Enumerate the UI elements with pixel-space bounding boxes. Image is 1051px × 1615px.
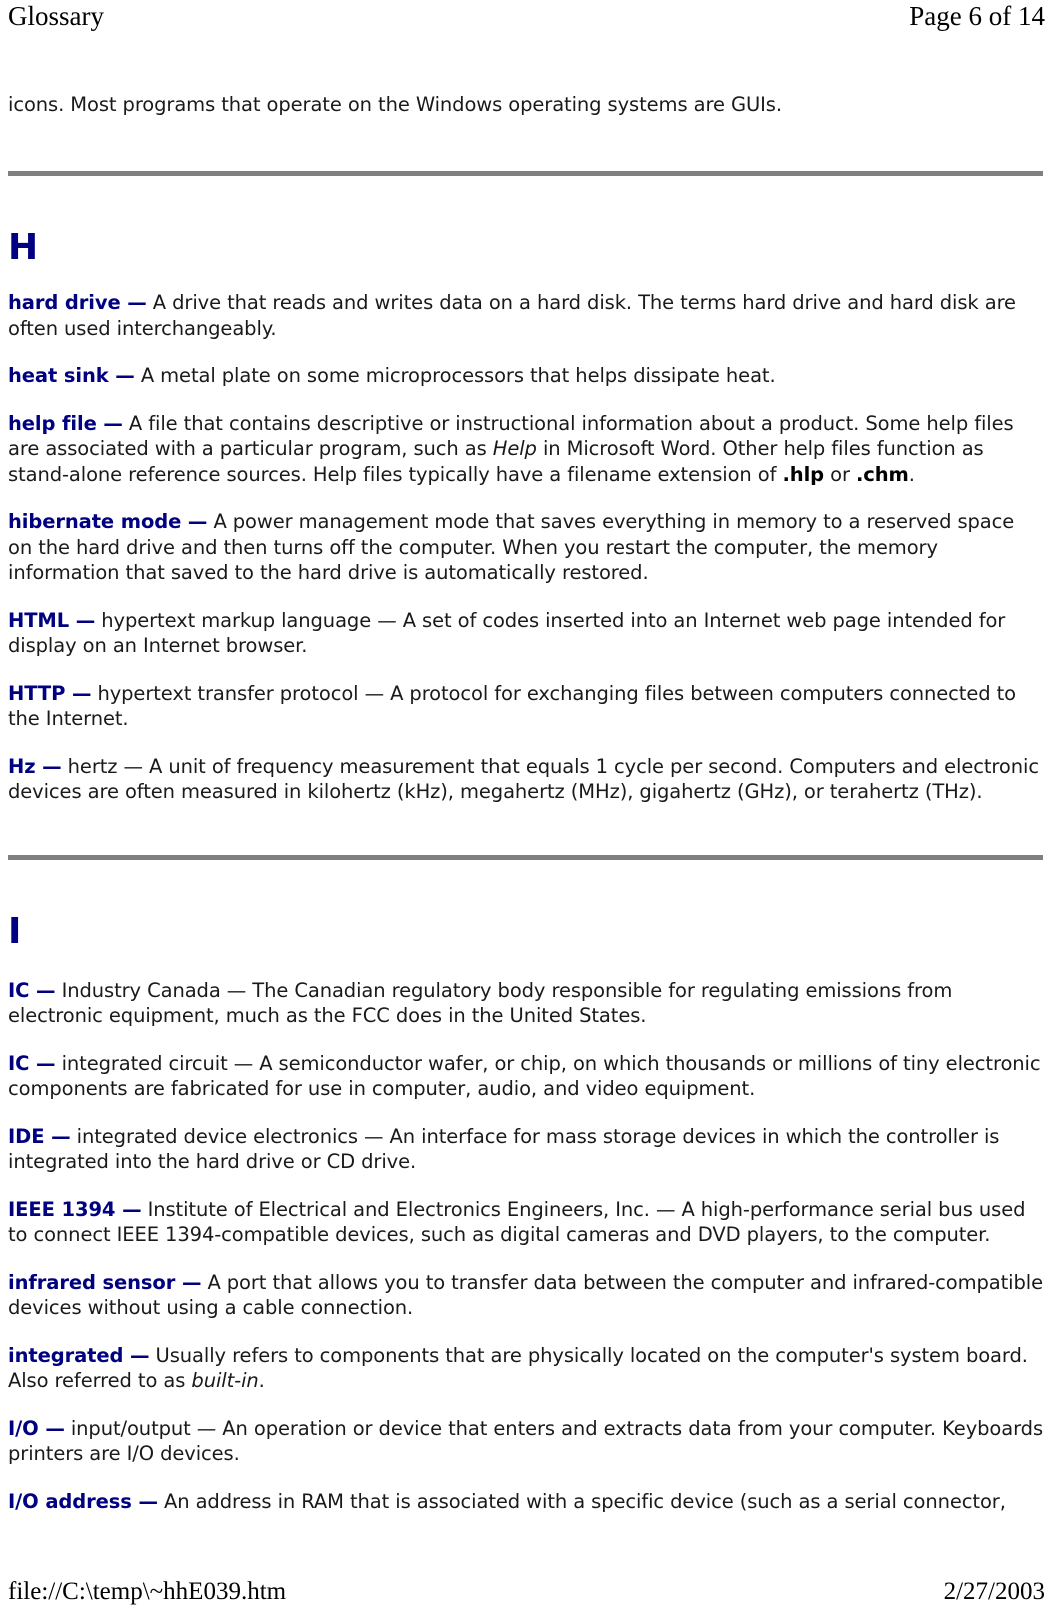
glossary-entry: help file — A file that contains descrip…: [8, 411, 1043, 488]
section-divider-1-wrap: [8, 171, 1043, 176]
glossary-term: IC —: [8, 978, 56, 1002]
glossary-definition-strong: .hlp: [782, 462, 825, 486]
glossary-term: IDE —: [8, 1124, 71, 1148]
glossary-term: integrated —: [8, 1343, 150, 1367]
glossary-entry: I/O — input/output — An operation or dev…: [8, 1416, 1043, 1467]
page-header: Glossary Page 6 of 14: [0, 0, 1051, 56]
glossary-definition-text: input/output — An operation or device th…: [8, 1416, 1044, 1466]
glossary-entry: hibernate mode — A power management mode…: [8, 509, 1043, 586]
glossary-term: IEEE 1394 —: [8, 1197, 142, 1221]
glossary-term: I/O address —: [8, 1489, 158, 1513]
glossary-definition-text: A drive that reads and writes data on a …: [8, 291, 1016, 340]
glossary-entry: IDE — integrated device electronics — An…: [8, 1124, 1043, 1175]
section-divider-2: [8, 854, 1043, 860]
glossary-entry: IC — integrated circuit — A semiconducto…: [8, 1051, 1043, 1102]
glossary-definition-text: or: [824, 462, 856, 486]
glossary-definition-emphasis: Help: [492, 437, 537, 460]
glossary-term: hard drive —: [8, 291, 147, 314]
footer-date: 2/27/2003: [943, 1578, 1045, 1605]
glossary-entry: heat sink — A metal plate on some microp…: [8, 363, 1043, 389]
glossary-term: infrared sensor —: [8, 1270, 202, 1294]
glossary-term: HTTP —: [8, 681, 92, 705]
glossary-definition-text: An address in RAM that is associated wit…: [157, 1489, 1006, 1513]
section-divider-1: [8, 171, 1043, 176]
glossary-entry: IC — Industry Canada — The Canadian regu…: [8, 978, 1043, 1029]
glossary-entry: HTTP — hypertext transfer protocol — A p…: [8, 681, 1043, 732]
glossary-definition-text: Usually refers to components that are ph…: [8, 1343, 1028, 1393]
page-content: icons. Most programs that operate on the…: [0, 86, 1051, 1514]
glossary-definition-text: .: [908, 462, 915, 486]
glossary-entry: integrated — Usually refers to component…: [8, 1343, 1043, 1394]
glossary-term: HTML —: [8, 608, 96, 632]
glossary-term: I/O —: [8, 1416, 65, 1440]
glossary-term: heat sink —: [8, 364, 135, 387]
section-divider-2-wrap: [8, 854, 1043, 860]
page-footer: file://C:\temp\~hhE039.htm 2/27/2003: [0, 1577, 1051, 1607]
glossary-definition-text: integrated device electronics — An inter…: [8, 1124, 1000, 1174]
glossary-definition-text: integrated circuit — A semiconductor waf…: [8, 1051, 1041, 1101]
glossary-entry: I/O address — An address in RAM that is …: [8, 1489, 1043, 1515]
glossary-entry: hard drive — A drive that reads and writ…: [8, 290, 1043, 341]
glossary-definition-text: Industry Canada — The Canadian regulator…: [8, 978, 953, 1028]
glossary-definition-text: Institute of Electrical and Electronics …: [8, 1197, 1026, 1247]
glossary-term: hibernate mode —: [8, 510, 208, 533]
glossary-definition-strong: .chm: [855, 462, 909, 486]
glossary-definition-text: hertz — A unit of frequency measurement …: [8, 754, 1039, 804]
glossary-term: IC —: [8, 1051, 56, 1075]
glossary-definition-text: .: [258, 1369, 265, 1392]
glossary-term: help file —: [8, 411, 123, 435]
continued-paragraph: icons. Most programs that operate on the…: [8, 93, 782, 116]
glossary-entry: Hz — hertz — A unit of frequency measure…: [8, 754, 1043, 805]
glossary-entry: infrared sensor — A port that allows you…: [8, 1270, 1043, 1321]
glossary-entries-i: IC — Industry Canada — The Canadian regu…: [8, 978, 1043, 1515]
glossary-term: Hz —: [8, 754, 62, 778]
glossary-definition-text: hypertext markup language — A set of cod…: [8, 608, 1006, 658]
section-heading-h-wrap: H: [8, 228, 1043, 268]
glossary-definition-text: hypertext transfer protocol — A protocol…: [8, 681, 1017, 731]
glossary-entry: IEEE 1394 — Institute of Electrical and …: [8, 1197, 1043, 1248]
section-heading-i-wrap: I: [8, 910, 1043, 952]
glossary-definition-text: A metal plate on some microprocessors th…: [134, 364, 776, 387]
document-title: Glossary: [8, 1, 104, 31]
footer-file-path: file://C:\temp\~hhE039.htm: [8, 1578, 287, 1605]
glossary-entry: HTML — hypertext markup language — A set…: [8, 608, 1043, 659]
glossary-entries-h: hard drive — A drive that reads and writ…: [8, 290, 1043, 805]
glossary-definition-emphasis: built-in: [191, 1369, 259, 1392]
page-number-indicator: Page 6 of 14: [909, 1, 1045, 31]
section-heading-h: H: [8, 227, 39, 268]
section-heading-i: I: [8, 910, 22, 952]
glossary-page: Glossary Page 6 of 14 icons. Most progra…: [0, 0, 1051, 1615]
